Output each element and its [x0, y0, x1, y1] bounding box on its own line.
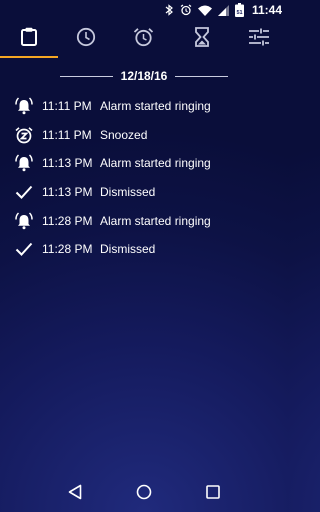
navigation-bar [0, 472, 288, 512]
checkmark-icon [14, 239, 34, 259]
alarm-ringing-icon [14, 96, 34, 116]
event-description: Snoozed [100, 127, 148, 142]
tab-settings[interactable] [230, 20, 288, 58]
status-bar: 51 11:44 [0, 0, 288, 20]
tab-clock[interactable] [58, 20, 116, 58]
hourglass-icon [194, 26, 209, 52]
clipboard-icon [20, 27, 37, 51]
date-header: 12/18/16 [60, 67, 228, 85]
event-description: Dismissed [100, 242, 156, 257]
tab-bar [0, 20, 288, 58]
status-time: 11:44 [251, 3, 282, 17]
event-time: 11:11 PM [42, 127, 92, 142]
sliders-icon [249, 28, 270, 51]
alarm-ringing-icon [14, 211, 34, 231]
list-item: 11:11 PM Snoozed [0, 121, 288, 150]
tab-timer[interactable] [173, 20, 231, 58]
event-time: 11:28 PM [42, 242, 93, 257]
divider [60, 75, 113, 77]
list-item: 11:13 PM Alarm started ringing [0, 149, 288, 178]
alarm-icon [180, 4, 192, 16]
list-item: 11:11 PM Alarm started ringing [0, 92, 288, 121]
event-description: Alarm started ringing [100, 99, 211, 114]
tab-history[interactable] [0, 20, 58, 58]
home-icon[interactable] [132, 480, 156, 504]
battery-level: 51 [236, 10, 242, 16]
divider [175, 75, 228, 77]
back-icon[interactable] [63, 480, 87, 504]
alarm-ringing-icon [14, 153, 34, 173]
event-description: Alarm started ringing [100, 156, 211, 171]
history-date: 12/18/16 [120, 69, 168, 83]
snooze-icon [14, 125, 34, 145]
wifi-icon [197, 5, 212, 16]
list-item: 11:28 PM Alarm started ringing [0, 206, 288, 235]
recents-icon[interactable] [201, 480, 225, 504]
event-time: 11:28 PM [42, 213, 93, 228]
event-description: Alarm started ringing [100, 213, 211, 228]
checkmark-icon [14, 182, 34, 202]
event-description: Dismissed [100, 185, 156, 200]
event-time: 11:11 PM [42, 99, 92, 114]
bluetooth-icon [164, 4, 174, 16]
list-item: 11:13 PM Dismissed [0, 178, 288, 207]
signal-icon [217, 4, 229, 16]
list-item: 11:28 PM Dismissed [0, 235, 288, 264]
event-list: 11:11 PM Alarm started ringing 11:11 PM … [0, 92, 288, 264]
event-time: 11:13 PM [42, 185, 93, 200]
tab-alarms[interactable] [115, 20, 173, 58]
alarm-clock-icon [133, 27, 154, 52]
battery-icon: 51 [234, 3, 244, 17]
clock-icon [76, 27, 96, 52]
event-time: 11:13 PM [42, 156, 93, 171]
